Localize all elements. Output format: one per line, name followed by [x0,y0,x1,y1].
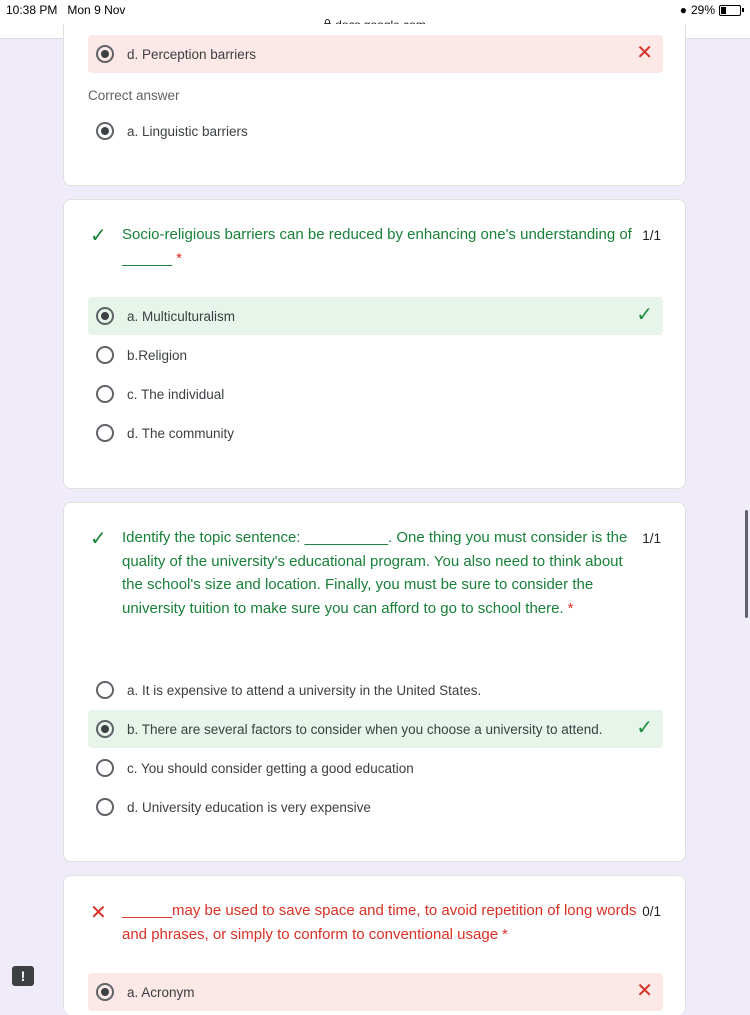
radio-selected[interactable] [96,720,114,738]
radio[interactable] [96,385,114,403]
check-icon: ✓ [90,225,107,247]
status-right: ● 29% [680,3,744,17]
required-asterisk: * [176,249,182,267]
option-label: b.Religion [127,347,188,363]
check-icon: ✓ [636,304,653,326]
radio[interactable] [96,346,114,364]
close-icon: ✕ [636,980,653,1002]
battery-icon [719,4,741,16]
score: 1/1 [642,228,661,243]
radio[interactable] [96,759,114,777]
radio-selected[interactable] [96,983,114,1001]
question-card-2: ✓ Identify the topic sentence: _________… [63,502,686,862]
scrollbar[interactable] [745,510,748,618]
question-card-3: ✕ ______may be used to save space and ti… [63,875,686,1015]
option-label: b. There are several factors to consider… [127,721,603,737]
correct-answer-label: Correct answer [88,88,180,103]
option-label: d. Perception barriers [127,46,257,62]
option-d[interactable]: d. The community [88,414,663,452]
check-icon: ✓ [636,717,653,739]
option-a[interactable]: a. Acronym ✕ [88,973,663,1011]
feedback-icon[interactable]: ! [12,966,34,986]
option-label: a. Acronym [127,984,195,1000]
close-icon: ✕ [90,902,107,924]
question-text: Socio-religious barriers can be reduced … [122,223,642,270]
option-b[interactable]: b. There are several factors to consider… [88,710,663,748]
radio[interactable] [96,424,114,442]
option-label: c. You should consider getting a good ed… [127,760,414,776]
option-label: a. It is expensive to attend a universit… [127,682,482,698]
wifi-icon: ● [679,3,687,17]
score: 1/1 [642,531,661,546]
status-date: Mon 9 Nov [67,3,126,17]
radio[interactable] [96,798,114,816]
radio-selected[interactable] [96,307,114,325]
option-c[interactable]: c. The individual [88,375,663,413]
check-icon: ✓ [90,528,107,550]
question-text-body: Identify the topic sentence: __________.… [122,529,628,617]
radio[interactable] [96,681,114,699]
option-label: a. Multiculturalism [127,308,236,324]
option-label: d. University education is very expensiv… [127,799,371,815]
required-asterisk: * [567,599,574,617]
radio-selected[interactable] [96,45,114,63]
option-c[interactable]: c. You should consider getting a good ed… [88,749,663,787]
option-label: c. The individual [127,386,225,402]
option-label: d. The community [127,425,235,441]
radio-selected [96,122,114,140]
question-card-previous: d. Perception barriers ✕ Correct answer … [63,24,686,186]
status-time: 10:38 PM [6,3,58,17]
option-a[interactable]: a. Multiculturalism ✓ [88,297,663,335]
status-time-date: 10:38 PM Mon 9 Nov [6,3,125,17]
correct-answer-option: a. Linguistic barriers [88,112,663,150]
score: 0/1 [642,904,661,919]
question-text-body: ______may be used to save space and time… [122,902,637,943]
required-asterisk: * [502,925,508,943]
option-label: a. Linguistic barriers [127,123,248,139]
option-b[interactable]: b.Religion [88,336,663,374]
question-text: Identify the topic sentence: __________.… [122,526,642,620]
battery-percent: 29% [690,3,715,17]
close-icon: ✕ [636,42,653,64]
question-text: ______may be used to save space and time… [122,899,642,946]
question-card-1: ✓ Socio-religious barriers can be reduce… [63,199,686,489]
option-a[interactable]: a. It is expensive to attend a universit… [88,671,663,709]
option-d[interactable]: d. University education is very expensiv… [88,788,663,826]
option-selected-wrong[interactable]: d. Perception barriers ✕ [88,35,663,73]
question-text-body: Socio-religious barriers can be reduced … [122,226,632,267]
